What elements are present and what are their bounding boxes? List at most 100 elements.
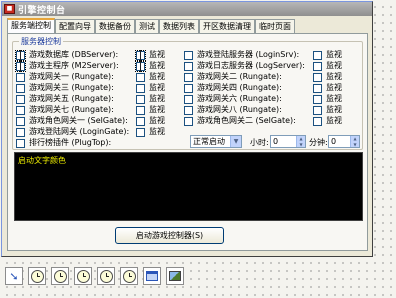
server-label: 游戏网关四 (Rungate): [197, 83, 282, 92]
spin-down-icon[interactable]: ▼ [351, 141, 359, 147]
server-row: 游戏日志服务器 (LogServer): [184, 61, 305, 71]
monitor-label: 监视 [326, 105, 342, 114]
monitor-row: 监视 [313, 50, 342, 60]
monitor-checkbox[interactable] [136, 127, 145, 137]
tab-test[interactable]: 测试 [135, 19, 159, 33]
server-checkbox[interactable] [184, 50, 193, 60]
timer-tool-button[interactable] [74, 267, 92, 285]
tab-config-wizard[interactable]: 配置向导 [55, 19, 95, 33]
timer-tool-button[interactable] [97, 267, 115, 285]
monitor-checkbox[interactable] [136, 94, 145, 104]
server-label: 游戏网关一 (Rungate): [29, 72, 114, 81]
minute-spin-buttons[interactable]: ▲ ▼ [350, 136, 359, 147]
console-text: 启动文字颜色 [18, 156, 66, 165]
tab-data-backup[interactable]: 数据备份 [95, 19, 135, 33]
server-checkbox[interactable] [15, 60, 26, 72]
tab-temp-page[interactable]: 临时页面 [255, 19, 295, 33]
image-icon [169, 271, 181, 281]
monitor-checkbox[interactable] [313, 94, 322, 104]
server-checkbox[interactable] [16, 105, 25, 115]
monitor-label: 监视 [326, 61, 342, 70]
clock-icon [53, 269, 67, 283]
arrow-tool-button[interactable]: ➘ [5, 267, 23, 285]
timer-tool-button[interactable] [28, 267, 46, 285]
monitor-row: 监视 [313, 72, 342, 82]
tab-strip: 服务端控制 配置向导 数据备份 测试 数据列表 开区数据清理 临时页面 [7, 18, 295, 33]
monitor-row: 监视 [135, 49, 165, 61]
server-checkbox[interactable] [16, 138, 25, 148]
arrow-icon: ➘ [9, 269, 19, 283]
monitor-row: 监视 [313, 61, 342, 71]
monitor-checkbox[interactable] [135, 60, 146, 72]
hour-value[interactable]: 0 [271, 137, 296, 146]
server-checkbox[interactable] [184, 61, 193, 71]
monitor-row: 监视 [313, 94, 342, 104]
tab-data-cleanup[interactable]: 开区数据清理 [199, 19, 255, 33]
server-control-group: 服务器控制 游戏数据库 (DBServer): 监视 游戏主程序 (M2Serv… [12, 36, 363, 150]
server-checkbox[interactable] [184, 105, 193, 115]
server-checkbox[interactable] [16, 127, 25, 137]
chevron-down-icon[interactable]: ▼ [230, 136, 241, 147]
monitor-checkbox[interactable] [313, 50, 322, 60]
monitor-checkbox[interactable] [136, 116, 145, 126]
monitor-row: 监视 [136, 116, 165, 126]
monitor-checkbox[interactable] [136, 72, 145, 82]
server-checkbox[interactable] [16, 83, 25, 93]
tab-panel: 服务器控制 游戏数据库 (DBServer): 监视 游戏主程序 (M2Serv… [7, 33, 368, 251]
start-mode-select[interactable]: 正常启动 ▼ [190, 135, 242, 148]
timer-tool-button[interactable] [51, 267, 69, 285]
panel-tool-button[interactable] [143, 267, 161, 285]
server-checkbox[interactable] [184, 116, 193, 126]
hour-spin-buttons[interactable]: ▲ ▼ [296, 136, 305, 147]
server-row: 游戏登陆服务器 (LoginSrv): [184, 50, 299, 60]
server-label: 游戏角色网关一 (SelGate): [29, 116, 128, 125]
monitor-label: 监视 [326, 72, 342, 81]
server-checkbox[interactable] [16, 72, 25, 82]
clock-icon [122, 269, 136, 283]
server-checkbox[interactable] [16, 94, 25, 104]
server-checkbox[interactable] [184, 83, 193, 93]
server-row: 游戏网关一 (Rungate): [16, 72, 114, 82]
server-checkbox[interactable] [184, 72, 193, 82]
monitor-checkbox[interactable] [313, 83, 322, 93]
minute-value[interactable]: 0 [329, 137, 350, 146]
monitor-row: 监视 [136, 83, 165, 93]
monitor-label: 监视 [326, 83, 342, 92]
monitor-checkbox[interactable] [135, 49, 146, 61]
server-row: 游戏网关五 (Rungate): [16, 94, 114, 104]
tab-data-list[interactable]: 数据列表 [159, 19, 199, 33]
monitor-row: 监视 [135, 60, 165, 72]
server-row: 游戏网关八 (Rungate): [184, 105, 282, 115]
hour-label: 小时: [250, 138, 269, 147]
monitor-checkbox[interactable] [313, 61, 322, 71]
server-label: 游戏角色网关二 (SelGate): [197, 116, 296, 125]
monitor-label: 监视 [149, 83, 165, 92]
monitor-checkbox[interactable] [136, 105, 145, 115]
app-icon: ■ [4, 4, 15, 14]
log-console[interactable]: 启动文字颜色 [14, 152, 363, 221]
hour-spinner[interactable]: 0 ▲ ▼ [270, 135, 306, 148]
monitor-row: 监视 [136, 127, 165, 137]
tab-server-control[interactable]: 服务端控制 [7, 18, 55, 33]
server-row: 游戏角色网关一 (SelGate): [16, 116, 128, 126]
monitor-label: 监视 [326, 50, 342, 59]
timer-tool-button[interactable] [120, 267, 138, 285]
server-checkbox[interactable] [16, 116, 25, 126]
start-controller-button[interactable]: 启动游戏控制器(S) [115, 227, 224, 244]
server-checkbox[interactable] [15, 49, 26, 61]
server-checkbox[interactable] [184, 94, 193, 104]
spin-down-icon[interactable]: ▼ [297, 141, 305, 147]
server-row: 游戏网关七 (Rungate): [16, 105, 114, 115]
monitor-row: 监视 [136, 72, 165, 82]
monitor-label: 监视 [149, 61, 165, 70]
monitor-checkbox[interactable] [136, 83, 145, 93]
monitor-checkbox[interactable] [313, 105, 322, 115]
monitor-row: 监视 [313, 116, 342, 126]
server-row: 游戏网关四 (Rungate): [184, 83, 282, 93]
monitor-checkbox[interactable] [313, 116, 322, 126]
image-tool-button[interactable] [166, 267, 184, 285]
monitor-checkbox[interactable] [313, 72, 322, 82]
server-label: 游戏网关八 (Rungate): [197, 105, 282, 114]
server-row: 游戏数据库 (DBServer): [15, 49, 118, 61]
minute-spinner[interactable]: 0 ▲ ▼ [328, 135, 360, 148]
